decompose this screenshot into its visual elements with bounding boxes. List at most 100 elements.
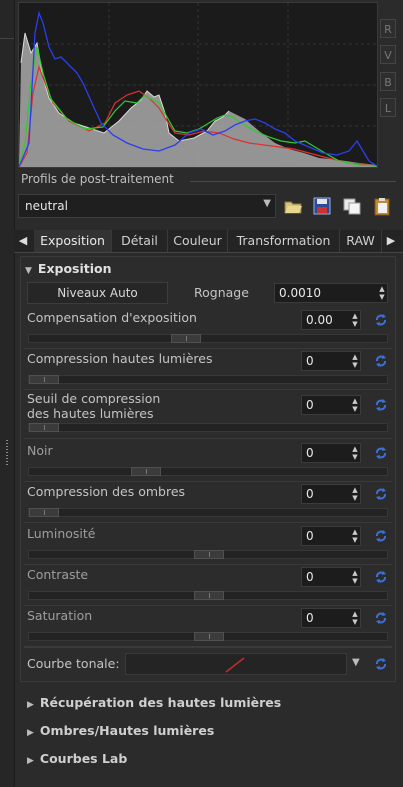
spin-arrows-icon[interactable]: ▲ ▼ <box>351 397 359 413</box>
curve-reset-button[interactable] <box>374 657 388 671</box>
tab-detail[interactable]: Détail <box>112 230 168 252</box>
histogram-green-toggle[interactable]: V <box>380 45 396 64</box>
slider-thumb[interactable] <box>194 550 224 559</box>
slider-value-spinbox[interactable]: 0 ▲ ▼ <box>301 351 361 371</box>
spin-arrows-icon[interactable]: ▲ ▼ <box>351 528 359 544</box>
slider-thumb[interactable] <box>194 591 224 600</box>
spin-arrows-icon[interactable]: ▲ ▼ <box>351 312 359 328</box>
slider-label: Noir <box>27 443 53 458</box>
slider-reset-button[interactable] <box>374 487 388 501</box>
panel-resize-grip[interactable] <box>6 440 8 466</box>
reset-icon <box>376 447 386 459</box>
slider-value-spinbox[interactable]: 0 ▲ ▼ <box>301 443 361 463</box>
slider-value: 0 <box>306 570 314 584</box>
slider-track[interactable] <box>28 467 388 476</box>
slider-value: 0 <box>306 446 314 460</box>
slider-label: Compensation d'exposition <box>27 310 197 325</box>
slider-track[interactable] <box>28 550 388 559</box>
histogram-blue-toggle[interactable]: B <box>380 72 396 91</box>
tone-curve-preview[interactable] <box>125 653 347 675</box>
slider-track[interactable] <box>28 508 388 517</box>
histogram-plot <box>19 3 377 167</box>
reset-icon <box>376 355 386 367</box>
slider-value-spinbox[interactable]: 0 ▲ ▼ <box>301 395 361 415</box>
slider-thumb[interactable] <box>194 632 224 641</box>
divider <box>24 438 392 439</box>
spin-arrows-icon[interactable]: ▲ ▼ <box>351 610 359 626</box>
slider-thumb[interactable] <box>171 334 201 343</box>
copy-profile-button[interactable] <box>341 195 363 217</box>
slider-value: 0 <box>306 398 314 412</box>
slider-thumb[interactable] <box>29 508 59 517</box>
slider-value-spinbox[interactable]: 0 ▲ ▼ <box>301 608 361 628</box>
section-shadows-highlights[interactable]: ▶ Ombres/Hautes lumières <box>27 723 214 738</box>
spin-arrows-icon[interactable]: ▲ ▼ <box>351 353 359 369</box>
profile-select[interactable]: neutral ▼ <box>18 194 276 218</box>
slider-reset-button[interactable] <box>374 313 388 327</box>
histogram-red-toggle[interactable]: R <box>380 19 396 38</box>
reset-icon <box>376 530 386 542</box>
tab-couleur[interactable]: Couleur <box>168 230 228 252</box>
slider-track[interactable] <box>28 334 388 343</box>
copy-icon <box>343 198 361 215</box>
tabs-scroll-right-button[interactable]: ▶ <box>384 230 398 252</box>
save-icon <box>313 197 331 215</box>
slider-value-spinbox[interactable]: 0.00 ▲ ▼ <box>301 310 361 330</box>
expand-triangle-icon: ▶ <box>27 756 34 766</box>
slider-track[interactable] <box>28 375 388 384</box>
section-label: Ombres/Hautes lumières <box>39 723 215 738</box>
divider <box>24 481 392 482</box>
left-panel-strip <box>0 0 15 787</box>
save-profile-button[interactable] <box>311 195 333 217</box>
histogram-luma-toggle[interactable]: L <box>380 98 396 117</box>
section-highlight-recovery[interactable]: ▶ Récupération des hautes lumières <box>27 695 281 710</box>
slider-value-spinbox[interactable]: 0 ▲ ▼ <box>301 526 361 546</box>
tabs-scroll-left-button[interactable]: ◀ <box>16 230 30 252</box>
slider-thumb[interactable] <box>29 423 59 432</box>
paste-profile-button[interactable] <box>371 195 393 217</box>
spin-arrows-icon[interactable]: ▲ ▼ <box>351 569 359 585</box>
histogram <box>18 2 378 168</box>
profiles-divider <box>190 181 396 182</box>
spin-arrows-icon[interactable]: ▲ ▼ <box>351 486 359 502</box>
expand-triangle-icon: ▶ <box>27 700 34 710</box>
spin-arrows-icon[interactable]: ▲ ▼ <box>378 285 386 301</box>
clip-value: 0.0010 <box>279 286 321 300</box>
divider <box>24 564 392 565</box>
slider-reset-button[interactable] <box>374 354 388 368</box>
slider-reset-button[interactable] <box>374 611 388 625</box>
slider-value-spinbox[interactable]: 0 ▲ ▼ <box>301 484 361 504</box>
reset-icon <box>376 612 386 624</box>
tab-transformation[interactable]: Transformation <box>228 230 340 252</box>
slider-value: 0 <box>306 354 314 368</box>
clip-spinbox[interactable]: 0.0010 ▲ ▼ <box>274 283 388 303</box>
slider-thumb[interactable] <box>29 375 59 384</box>
slider-reset-button[interactable] <box>374 529 388 543</box>
clip-label: Rognage <box>194 285 249 300</box>
divider <box>24 389 392 390</box>
slider-label: Contraste <box>27 567 89 582</box>
slider-thumb[interactable] <box>131 467 161 476</box>
slider-value: 0.00 <box>306 313 333 327</box>
tab-exposition[interactable]: Exposition <box>34 230 112 252</box>
curve-line-icon <box>225 657 245 673</box>
reset-icon <box>376 571 386 583</box>
exposition-section-header[interactable]: ▼ Exposition <box>25 261 112 276</box>
open-folder-button[interactable] <box>282 195 304 217</box>
profile-select-value: neutral <box>25 199 68 213</box>
slider-reset-button[interactable] <box>374 398 388 412</box>
slider-track[interactable] <box>28 423 388 432</box>
slider-track[interactable] <box>28 591 388 600</box>
auto-levels-button[interactable]: Niveaux Auto <box>27 282 168 304</box>
reset-icon <box>376 314 386 326</box>
slider-value-spinbox[interactable]: 0 ▲ ▼ <box>301 567 361 587</box>
spin-arrows-icon[interactable]: ▲ ▼ <box>351 445 359 461</box>
paste-icon <box>374 198 390 216</box>
curve-dropdown-chevron-icon[interactable]: ▼ <box>352 657 360 668</box>
slider-reset-button[interactable] <box>374 446 388 460</box>
section-lab-curves[interactable]: ▶ Courbes Lab <box>27 751 127 766</box>
tab-raw[interactable]: RAW <box>340 230 382 252</box>
slider-reset-button[interactable] <box>374 570 388 584</box>
slider-track[interactable] <box>28 632 388 641</box>
exposition-header-label: Exposition <box>37 261 112 276</box>
